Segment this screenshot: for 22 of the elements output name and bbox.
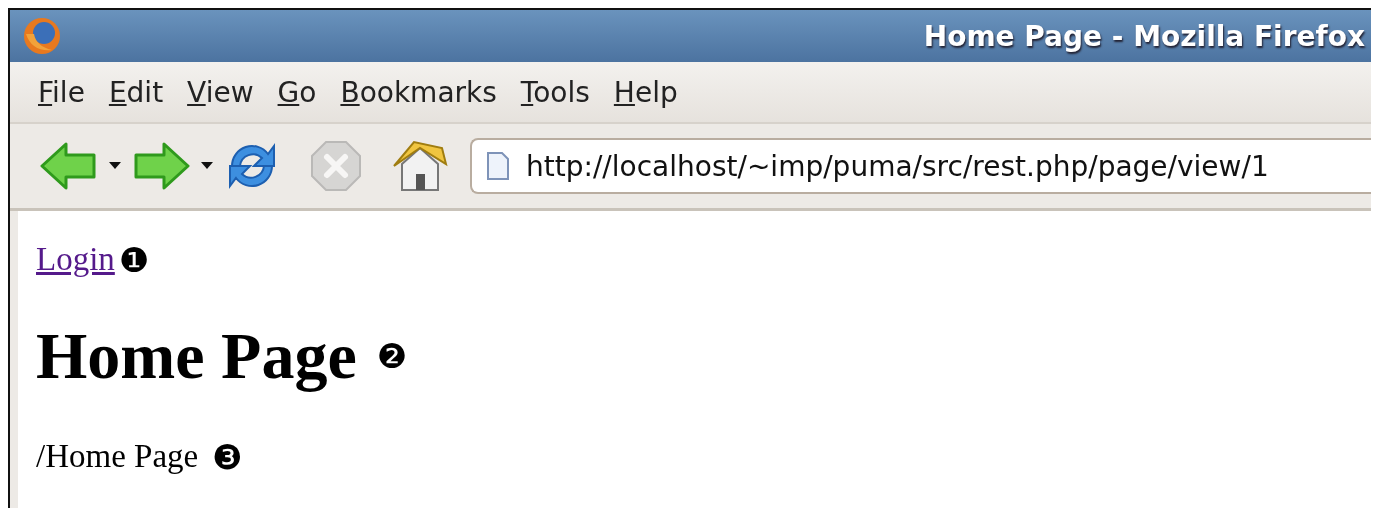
menu-item[interactable]: Tools (510, 71, 600, 113)
page-icon (486, 151, 510, 181)
back-arrow-icon[interactable] (40, 141, 98, 191)
login-link[interactable]: Login (36, 241, 115, 278)
menu-item[interactable]: Bookmarks (330, 71, 507, 113)
browser-logo-icon (22, 16, 62, 56)
home-icon[interactable] (392, 138, 448, 194)
caret-icon[interactable] (108, 161, 122, 171)
caret-icon[interactable] (200, 161, 214, 171)
page-heading: Home Page (36, 318, 357, 394)
window-title: Home Page - Mozilla Firefox (923, 19, 1365, 53)
menu-item[interactable]: File (28, 71, 95, 113)
menu-item[interactable]: Edit (98, 71, 174, 113)
callout-marker: ❶ (118, 242, 150, 277)
forward-arrow-icon[interactable] (132, 141, 190, 191)
breadcrumb-path: /Home Page (36, 438, 199, 475)
menu-item[interactable]: Help (603, 71, 688, 113)
address-field[interactable]: http://localhost/~imp/puma/src/rest.php/page/view/1 (470, 138, 1371, 194)
menu-item[interactable]: Go (267, 71, 327, 113)
menu-item[interactable]: View (177, 71, 264, 113)
callout-marker: ❸ (212, 439, 243, 474)
callout-marker: ❷ (376, 339, 408, 373)
